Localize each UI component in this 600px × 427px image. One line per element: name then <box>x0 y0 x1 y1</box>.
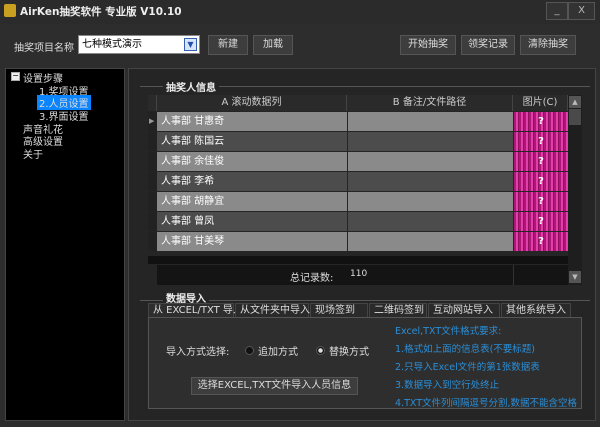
row-indicator[interactable] <box>148 232 157 251</box>
table-scrollbar[interactable]: ▲ ▼ <box>568 95 582 285</box>
start-draw-button[interactable]: 开始抽奖 <box>400 35 456 55</box>
cell-a[interactable]: 人事部 陈国云 <box>157 132 347 151</box>
picture-placeholder-icon[interactable]: ? <box>514 172 568 191</box>
format-note: 1.格式如上面的信息表(不要标题) <box>395 344 535 355</box>
cell-a[interactable]: 人事部 甘美琴 <box>157 232 347 251</box>
column-a-header[interactable]: A 滚动数据列 <box>157 95 347 111</box>
import-mode-label: 导入方式选择: <box>166 347 230 358</box>
import-tab-3[interactable]: 二维码签到 <box>369 303 427 318</box>
import-tab-1[interactable]: 从文件夹中导入 <box>235 303 310 318</box>
cell-a[interactable]: 人事部 胡静宜 <box>157 192 347 211</box>
new-button[interactable]: 新建 <box>208 35 248 55</box>
format-note: 2.只导入Excel文件的第1张数据表 <box>395 362 540 373</box>
import-tab-5[interactable]: 其他系统导入 <box>501 303 571 318</box>
picture-placeholder-icon[interactable]: ? <box>514 192 568 211</box>
cell-a[interactable]: 人事部 甘惠奇 <box>157 112 347 131</box>
cell-a[interactable]: 人事部 李希 <box>157 172 347 191</box>
picture-placeholder-icon[interactable]: ? <box>514 112 568 131</box>
append-label[interactable]: 追加方式 <box>258 343 298 358</box>
row-header-corner <box>148 95 157 111</box>
format-note: 3.数据导入到空行处终止 <box>395 380 500 391</box>
picture-placeholder-icon[interactable]: ? <box>514 232 568 251</box>
info-group-title: 抽奖人信息 <box>163 79 219 94</box>
picture-placeholder-icon[interactable]: ? <box>514 132 568 151</box>
close-button[interactable]: X <box>568 2 595 20</box>
column-b-header[interactable]: B 备注/文件路径 <box>347 95 513 111</box>
minimize-button[interactable]: _ <box>546 2 568 20</box>
select-import-file-button[interactable]: 选择EXCEL,TXT文件导入人员信息 <box>191 377 358 395</box>
cell-b[interactable] <box>348 152 513 171</box>
gift-icon <box>4 4 16 17</box>
project-label: 抽奖项目名称 <box>14 43 74 54</box>
clear-draw-button[interactable]: 清除抽奖 <box>520 35 576 55</box>
cell-b[interactable] <box>348 192 513 211</box>
table-footer-c <box>513 265 568 285</box>
row-indicator[interactable] <box>148 212 157 231</box>
scroll-thumb[interactable] <box>569 109 581 125</box>
import-tab-2[interactable]: 现场签到 <box>310 303 368 318</box>
window-title: AirKen抽奖软件 专业版 V10.10 <box>20 6 182 18</box>
load-button[interactable]: 加载 <box>253 35 293 55</box>
scroll-up-icon[interactable]: ▲ <box>569 96 581 108</box>
scroll-down-icon[interactable]: ▼ <box>569 271 581 283</box>
cell-a[interactable]: 人事部 曾凤 <box>157 212 347 231</box>
total-label: 总记录数: <box>290 273 334 284</box>
project-value: 七种模式演示 <box>82 39 142 50</box>
replace-label[interactable]: 替换方式 <box>329 343 369 358</box>
append-radio[interactable] <box>245 346 254 355</box>
tree-item-about[interactable]: 关于 <box>23 146 43 161</box>
cell-b[interactable] <box>348 112 513 131</box>
row-indicator[interactable]: ▶ <box>148 112 157 131</box>
cell-b[interactable] <box>348 212 513 231</box>
cell-a[interactable]: 人事部 余佳俊 <box>157 152 347 171</box>
row-indicator[interactable] <box>148 172 157 191</box>
dropdown-arrow-icon[interactable]: ▼ <box>184 38 197 51</box>
import-tab-4[interactable]: 互动网站导入 <box>428 303 500 318</box>
picture-placeholder-icon[interactable]: ? <box>514 212 568 231</box>
column-c-header[interactable]: 图片(C) <box>513 95 568 111</box>
row-indicator[interactable] <box>148 192 157 211</box>
table-separator <box>148 256 568 264</box>
row-indicator[interactable] <box>148 132 157 151</box>
replace-radio[interactable] <box>316 346 325 355</box>
picture-placeholder-icon[interactable]: ? <box>514 152 568 171</box>
cell-b[interactable] <box>348 132 513 151</box>
settings-tree: − 设置步骤 1.奖项设置 2.人员设置 3.界面设置 声音礼花 高级设置 关于 <box>5 68 125 421</box>
cell-b[interactable] <box>348 232 513 251</box>
table-footer <box>157 265 513 285</box>
cell-b[interactable] <box>348 172 513 191</box>
row-indicator[interactable] <box>148 152 157 171</box>
project-select[interactable]: 七种模式演示 ▼ <box>78 35 200 54</box>
records-button[interactable]: 领奖记录 <box>461 35 515 55</box>
format-note: 4.TXT文件列间隔逗号分割,数据不能含空格 <box>395 398 578 409</box>
format-note: Excel,TXT文件格式要求: <box>395 326 502 337</box>
collapse-icon[interactable]: − <box>11 72 20 81</box>
total-count: 110 <box>350 269 368 279</box>
